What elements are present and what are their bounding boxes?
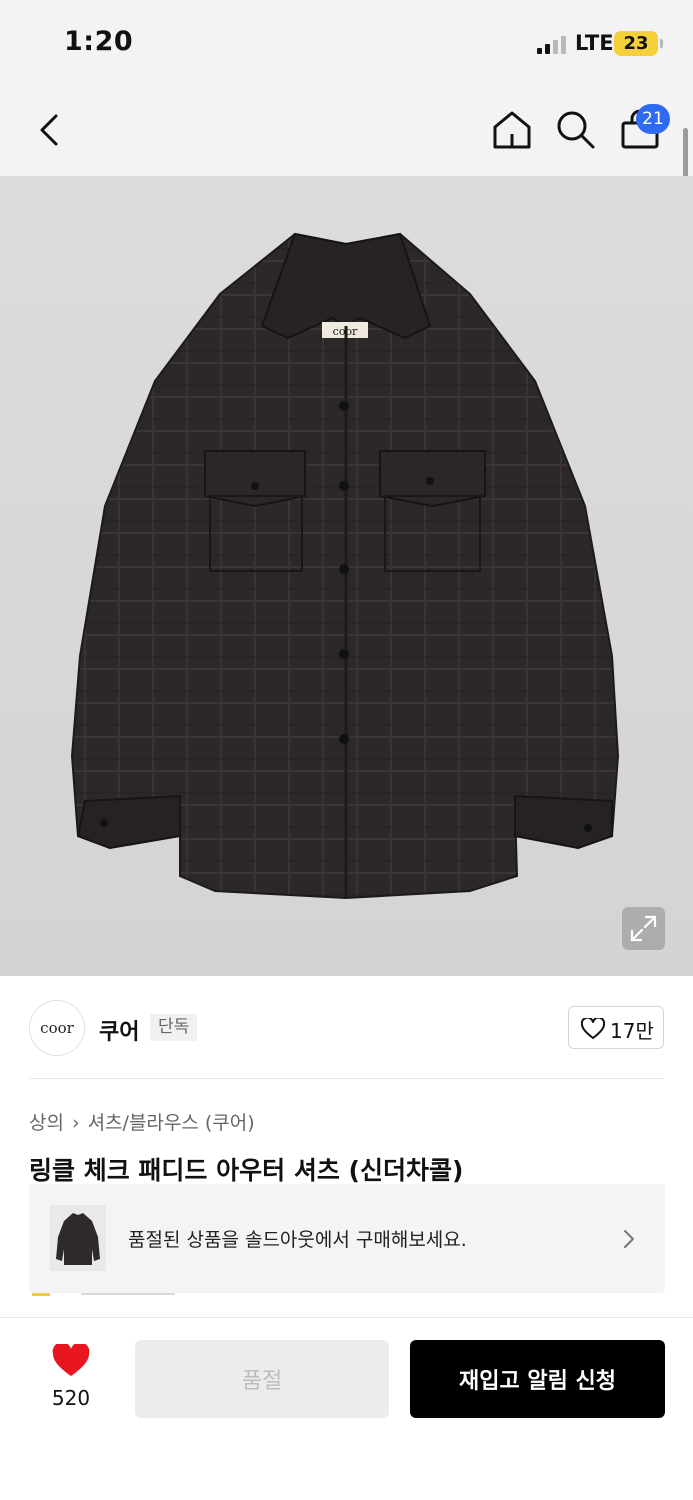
rating-star-icon xyxy=(32,1293,50,1296)
jacket-illustration: coor xyxy=(70,232,620,900)
breadcrumb-item-subcategory[interactable]: 셔츠/블라우스 (쿠어) xyxy=(88,1108,255,1135)
restock-alert-button[interactable]: 재입고 알림 신청 xyxy=(410,1340,665,1418)
status-time: 1:20 xyxy=(64,26,134,57)
soldout-banner-text: 품절된 상품을 솔드아웃에서 구매해보세요. xyxy=(128,1229,467,1251)
bottom-action-bar: 520 품절 재입고 알림 신청 xyxy=(0,1317,693,1500)
product-image[interactable]: coor xyxy=(0,176,693,976)
chevron-right-icon xyxy=(624,1230,634,1248)
review-link-underline xyxy=(81,1293,175,1295)
heart-outline-icon xyxy=(581,1018,605,1039)
brand-logo[interactable]: coor xyxy=(29,1000,85,1056)
cellular-signal-icon xyxy=(537,36,567,54)
battery-icon: 23 xyxy=(614,31,663,56)
breadcrumb: 상의 › 셔츠/블라우스 (쿠어) xyxy=(29,1108,255,1135)
chevron-right-icon: › xyxy=(71,1112,80,1134)
brand-like-button[interactable]: 17만 xyxy=(568,1006,664,1049)
brand-name[interactable]: 쿠어 xyxy=(99,1014,139,1046)
wish-button[interactable]: 520 xyxy=(40,1344,102,1414)
cart-count-badge: 21 xyxy=(636,104,670,134)
network-type: LTE xyxy=(575,31,614,55)
breadcrumb-item-category[interactable]: 상의 xyxy=(29,1108,64,1135)
heart-filled-icon xyxy=(52,1344,90,1376)
soldout-button: 품절 xyxy=(135,1340,389,1418)
status-bar: 1:20 LTE 23 xyxy=(0,0,693,88)
product-thumbnail xyxy=(50,1205,106,1271)
exclusive-badge: 단독 xyxy=(150,1014,198,1041)
home-icon[interactable] xyxy=(490,108,534,152)
back-arrow-icon[interactable] xyxy=(34,110,70,150)
battery-level: 23 xyxy=(623,33,649,54)
brand-like-count: 17만 xyxy=(610,1019,654,1043)
soldout-banner[interactable]: 품절된 상품을 솔드아웃에서 구매해보세요. xyxy=(29,1184,665,1293)
product-title-area: 링클 체크 패디드 아우터 셔츠 (신더차콜) xyxy=(29,1150,669,1184)
divider xyxy=(29,1078,664,1079)
wish-count: 520 xyxy=(51,1386,91,1410)
search-icon[interactable] xyxy=(554,108,598,152)
brand-row: coor 쿠어 단독 17만 xyxy=(0,976,693,1080)
product-title: 링클 체크 패디드 아우터 셔츠 (신더차콜) xyxy=(29,1156,464,1184)
top-navigation: 21 xyxy=(0,88,693,176)
expand-image-icon[interactable] xyxy=(622,907,665,950)
